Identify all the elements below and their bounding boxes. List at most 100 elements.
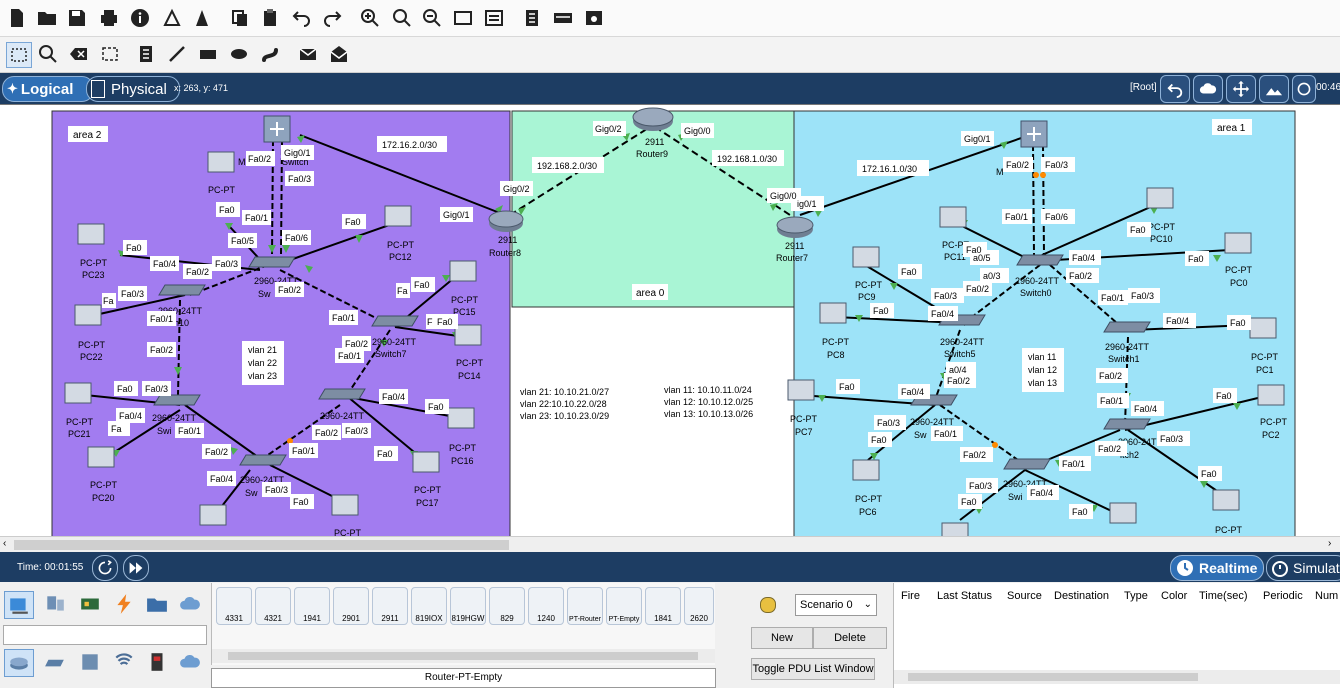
pc10-label: PC10 — [1150, 234, 1173, 244]
logical-view-button[interactable]: ✦ Logical — [2, 76, 94, 102]
physical-view-button[interactable]: Physical — [86, 76, 180, 102]
port-label-81: Fa0 — [1201, 469, 1217, 479]
connections-category-icon[interactable] — [110, 591, 138, 617]
background-image-icon[interactable] — [1259, 75, 1289, 103]
col-destination[interactable]: Destination — [1054, 590, 1109, 602]
port-label-85: Fa0 — [1072, 507, 1088, 517]
model-819hgw[interactable]: 819HGW — [450, 587, 486, 625]
device-search-field[interactable] — [3, 625, 207, 645]
wireless-subcategory-icon[interactable] — [110, 649, 138, 675]
add-simple-pdu-icon[interactable] — [296, 42, 320, 66]
zoom-out-icon[interactable] — [420, 6, 444, 30]
model-2911[interactable]: 2911 — [372, 587, 408, 625]
scenario-select[interactable]: Scenario 0 ⌄ — [795, 594, 877, 616]
cloud-icon[interactable] — [1193, 75, 1223, 103]
print-icon[interactable] — [97, 6, 121, 30]
model-pt-empty[interactable]: PT-Empty — [606, 587, 642, 625]
custom-device-icon[interactable] — [482, 6, 506, 30]
realtime-mode-button[interactable]: Realtime — [1170, 555, 1264, 581]
paste-icon[interactable] — [258, 6, 282, 30]
info-icon[interactable] — [128, 6, 152, 30]
col-time[interactable]: Time(sec) — [1199, 590, 1247, 602]
network-devices-category-icon[interactable] — [4, 591, 34, 619]
switches-subcategory-icon[interactable] — [41, 649, 69, 675]
toggle-pdu-list-button[interactable]: Toggle PDU List Window — [751, 658, 875, 680]
col-periodic[interactable]: Periodic — [1263, 590, 1303, 602]
model-1841[interactable]: 1841 — [645, 587, 681, 625]
move-object-icon[interactable] — [1226, 75, 1256, 103]
draw-line-icon[interactable] — [165, 42, 189, 66]
model-4321[interactable]: 4321 — [255, 587, 291, 625]
save-icon[interactable] — [65, 6, 89, 30]
scroll-left-arrow-icon[interactable]: ‹ — [3, 538, 6, 549]
new-scenario-button[interactable]: New — [751, 627, 813, 649]
draw-ellipse-icon[interactable] — [227, 42, 251, 66]
model-819iox[interactable]: 819IOX — [411, 587, 447, 625]
pdu-table-scrollbar[interactable] — [894, 670, 1340, 684]
drawing-palette-icon[interactable] — [451, 6, 475, 30]
subnet-left-1: vlan 21: 10.10.21.0/27 — [520, 387, 609, 397]
new-file-icon[interactable] — [5, 6, 29, 30]
zoom-reset-icon[interactable] — [390, 6, 414, 30]
pdu-list-icon[interactable] — [520, 6, 544, 30]
zoom-in-icon[interactable] — [358, 6, 382, 30]
freeform-icon[interactable] — [258, 42, 282, 66]
model-1941[interactable]: 1941 — [294, 587, 330, 625]
back-icon[interactable] — [1160, 75, 1190, 103]
delete-scenario-button[interactable]: Delete — [813, 627, 887, 649]
col-num[interactable]: Num — [1315, 590, 1338, 602]
logical-workspace[interactable]: area 2 area 1 area 0 2911 Router9 2911 R… — [0, 104, 1340, 537]
model-4331[interactable]: 4331 — [216, 587, 252, 625]
scroll-thumb[interactable] — [14, 540, 509, 550]
scenario-info-icon[interactable] — [760, 597, 776, 613]
scroll-right-arrow-icon[interactable]: › — [1328, 538, 1331, 549]
add-complex-pdu-icon[interactable] — [327, 42, 351, 66]
topology-mark-298 — [10, 598, 26, 611]
open-folder-icon[interactable] — [35, 6, 59, 30]
topology-canvas[interactable]: area 2 area 1 area 0 2911 Router9 2911 R… — [0, 105, 1340, 537]
network-info-icon[interactable] — [160, 6, 184, 30]
routers-subcategory-icon[interactable] — [4, 649, 34, 677]
inspect-icon[interactable] — [36, 42, 60, 66]
copy-icon[interactable] — [228, 6, 252, 30]
pdu-table-scroll-thumb[interactable] — [908, 673, 1198, 681]
nav-clock: 00:46 — [1316, 82, 1340, 93]
resize-shape-icon[interactable] — [98, 42, 122, 66]
model-strip-scrollbar[interactable] — [212, 649, 715, 663]
topology-mark-166 — [239, 454, 287, 466]
model-2901[interactable]: 2901 — [333, 587, 369, 625]
miscellaneous-category-icon[interactable] — [143, 591, 171, 617]
components-category-icon[interactable] — [76, 591, 104, 617]
hubs-subcategory-icon[interactable] — [76, 649, 104, 675]
draw-rectangle-icon[interactable] — [196, 42, 220, 66]
wan-emulation-subcategory-icon[interactable] — [176, 649, 204, 675]
fast-forward-icon[interactable] — [123, 555, 149, 581]
port-label-54: Fa0 — [901, 267, 917, 277]
end-devices-category-icon[interactable] — [41, 591, 69, 617]
cluster-icon[interactable] — [551, 6, 575, 30]
col-source[interactable]: Source — [1007, 590, 1042, 602]
delete-icon[interactable] — [67, 42, 91, 66]
simulation-mode-button[interactable]: Simulat — [1266, 555, 1340, 581]
col-last-status[interactable]: Last Status — [937, 590, 992, 602]
col-fire[interactable]: Fire — [901, 590, 920, 602]
model-pt-router[interactable]: PT-Router — [567, 587, 603, 625]
model-2620[interactable]: 2620 — [684, 587, 714, 625]
viewport-icon[interactable] — [1292, 75, 1316, 103]
model-strip-scroll-thumb[interactable] — [228, 652, 698, 660]
col-color[interactable]: Color — [1161, 590, 1187, 602]
col-type[interactable]: Type — [1124, 590, 1148, 602]
undo-icon[interactable] — [290, 6, 314, 30]
model-1240[interactable]: 1240 — [528, 587, 564, 625]
multiuser-category-icon[interactable] — [176, 591, 204, 617]
select-icon[interactable] — [6, 42, 32, 68]
note-icon[interactable] — [134, 42, 158, 66]
redo-icon[interactable] — [320, 6, 344, 30]
workspace-horizontal-scrollbar[interactable]: ‹ › — [0, 536, 1340, 553]
screenshot-icon[interactable] — [582, 6, 606, 30]
security-subcategory-icon[interactable] — [143, 649, 171, 675]
activity-wizard-icon[interactable] — [190, 6, 214, 30]
power-cycle-icon[interactable] — [92, 555, 118, 581]
model-829[interactable]: 829 — [489, 587, 525, 625]
root-label: [Root] — [1130, 82, 1157, 93]
